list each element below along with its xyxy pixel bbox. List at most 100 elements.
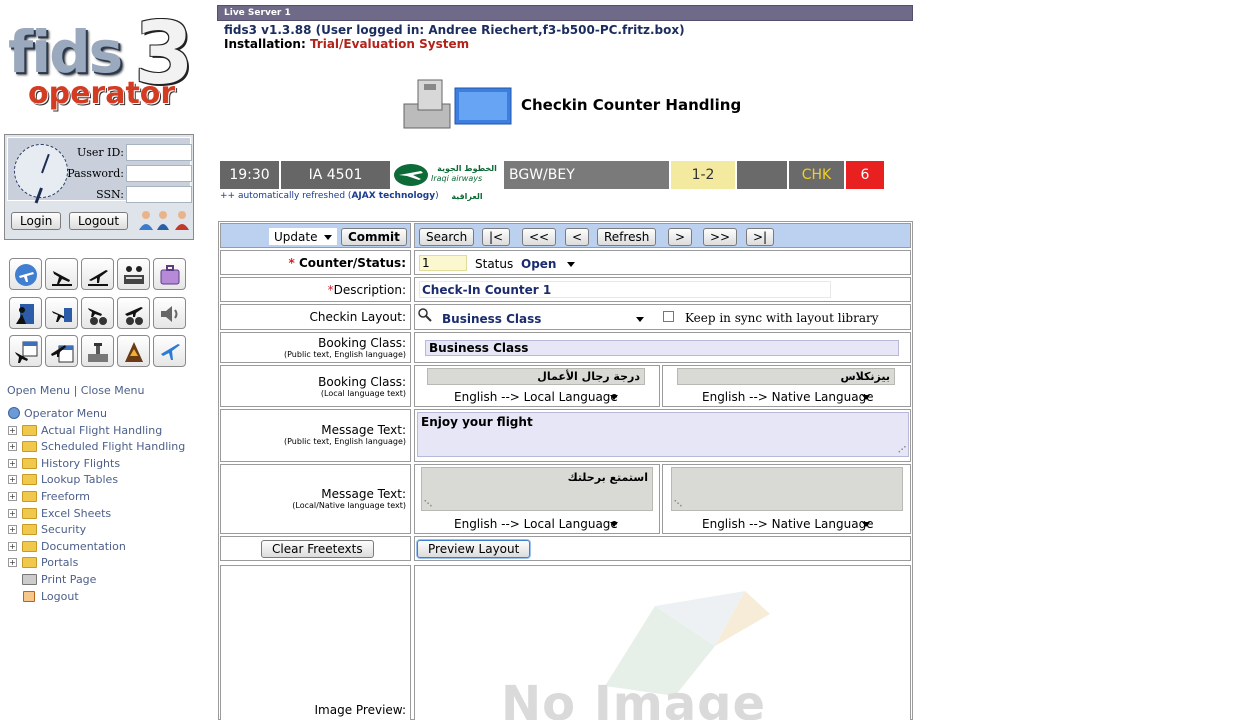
translate-native-message-select[interactable]: English --> Native Language xyxy=(697,515,875,532)
layout-select[interactable]: Business Class xyxy=(437,310,649,327)
clear-freetexts-button[interactable]: Clear Freetexts xyxy=(261,540,374,558)
airport-icon[interactable] xyxy=(81,335,114,367)
last-record-button[interactable]: >| xyxy=(746,228,775,246)
logout-button[interactable]: Logout xyxy=(69,212,129,230)
login-panel-top: User ID: Password: SSN: xyxy=(7,137,192,204)
mode-select[interactable]: Update xyxy=(269,228,337,245)
toolbar-row: Update Commit Search |< << < Refresh > >… xyxy=(219,222,912,249)
resize-grip-icon[interactable]: ⋰ xyxy=(898,445,906,454)
translate-local-message-select[interactable]: English --> Local Language xyxy=(449,515,623,532)
translate-local-message-value: English --> Local Language xyxy=(454,517,618,531)
sync-label: Keep in sync with layout library xyxy=(685,311,879,325)
booking-public-sub: (Public text, English language) xyxy=(283,350,406,359)
booking-public-row: Booking Class: (Public text, English lan… xyxy=(219,332,912,364)
expand-icon[interactable]: + xyxy=(8,525,17,535)
installation-label: Installation: xyxy=(224,37,306,51)
counter-number-input[interactable]: 1 xyxy=(419,255,467,271)
airplane-icon[interactable] xyxy=(9,258,42,290)
auto-refresh-tech: AJAX technology xyxy=(351,191,436,201)
folder-icon xyxy=(22,474,37,486)
message-native-cell: ⋰ English --> Native Language xyxy=(662,464,911,534)
booking-local-cell: درجة رجال الأعمال English --> Local Lang… xyxy=(414,365,660,407)
mode-cell: Update Commit xyxy=(220,223,411,248)
arrivals-icon[interactable] xyxy=(45,258,78,290)
first-record-button[interactable]: |< xyxy=(482,228,511,246)
userid-input[interactable] xyxy=(126,144,192,161)
version-line: fids3 v1.3.88 (User logged in: Andree Ri… xyxy=(224,23,685,37)
binoculars-arrival-icon[interactable] xyxy=(81,297,114,329)
checkin-form: Update Commit Search |< << < Refresh > >… xyxy=(218,221,913,720)
message-native-textarea[interactable]: ⋰ xyxy=(671,467,903,511)
message-public-textarea[interactable]: Enjoy your flight ⋰ xyxy=(417,412,909,457)
expand-icon[interactable]: + xyxy=(8,558,17,568)
search-icon[interactable] xyxy=(418,308,432,322)
auto-refresh-note: ++ automatically refreshed (AJAX technol… xyxy=(220,191,439,201)
menu-root-label: Operator Menu xyxy=(24,407,107,420)
expand-icon[interactable]: + xyxy=(8,442,17,452)
booking-native-input[interactable]: بيزنكلاس xyxy=(677,368,895,385)
binoculars-departure-icon[interactable] xyxy=(117,297,150,329)
expand-icon[interactable]: + xyxy=(8,541,17,551)
booking-local-input[interactable]: درجة رجال الأعمال xyxy=(427,368,645,385)
description-input[interactable]: Check-In Counter 1 xyxy=(419,281,831,298)
expand-icon[interactable]: + xyxy=(8,475,17,485)
user-admin-icon[interactable] xyxy=(173,209,191,231)
clock-icon xyxy=(14,144,68,204)
printer-icon xyxy=(22,573,37,585)
operator-menu-icon xyxy=(8,407,20,419)
baggage-icon[interactable] xyxy=(153,258,186,290)
expand-icon[interactable]: + xyxy=(8,508,17,518)
iraqi-airways-logo-icon xyxy=(394,164,428,186)
booking-local-label: Booking Class: xyxy=(318,375,406,389)
close-menu-link[interactable]: Close Menu xyxy=(81,384,145,397)
image-preview-label-cell: Image Preview: xyxy=(220,565,411,720)
ssn-input[interactable] xyxy=(126,186,192,203)
clear-cell: Clear Freetexts xyxy=(220,536,411,561)
password-input[interactable] xyxy=(126,165,192,182)
menu-toggle-links: Open Menu | Close Menu xyxy=(7,384,144,397)
translate-local-select[interactable]: English --> Local Language xyxy=(449,388,623,405)
translate-native-select[interactable]: English --> Native Language xyxy=(697,388,875,405)
expand-icon[interactable]: + xyxy=(8,491,17,501)
status-value: Open xyxy=(521,257,557,271)
prev-record-button[interactable]: < xyxy=(565,228,590,246)
checkin-counter-icon xyxy=(403,79,512,129)
preview-layout-button[interactable]: Preview Layout xyxy=(417,540,531,558)
resize-grip-icon[interactable]: ⋰ xyxy=(674,499,682,508)
translate-local-value: English --> Local Language xyxy=(454,390,618,404)
refresh-button[interactable]: Refresh xyxy=(597,228,657,246)
expand-icon[interactable]: + xyxy=(8,425,17,435)
checkin-desk-icon[interactable] xyxy=(117,258,150,290)
flight-time: 19:30 xyxy=(220,161,279,189)
departures-icon[interactable] xyxy=(81,258,114,290)
prev-page-button[interactable]: << xyxy=(522,228,557,246)
ssn-row: SSN: xyxy=(70,186,192,204)
commit-button[interactable]: Commit xyxy=(341,228,407,246)
sync-checkbox[interactable] xyxy=(663,311,674,322)
translate-native-value: English --> Native Language xyxy=(702,390,874,404)
login-button[interactable]: Login xyxy=(11,212,62,230)
installation-value: Trial/Evaluation System xyxy=(309,37,470,51)
resize-grip-icon[interactable]: ⋰ xyxy=(424,499,432,508)
expand-icon[interactable]: + xyxy=(8,458,17,468)
message-local-textarea[interactable]: استمتع برحلتك ⋰ xyxy=(421,467,653,511)
calendar-arrival-icon[interactable] xyxy=(9,335,42,367)
plane-blue-icon[interactable] xyxy=(153,335,186,367)
gate-icon[interactable] xyxy=(45,297,78,329)
calendar-departure-icon[interactable] xyxy=(45,335,78,367)
menu-item-label: History Flights xyxy=(41,456,121,470)
next-record-button[interactable]: > xyxy=(668,228,693,246)
open-menu-link[interactable]: Open Menu xyxy=(7,384,70,397)
passenger-door-icon[interactable] xyxy=(9,297,42,329)
speaker-icon[interactable] xyxy=(153,297,186,329)
status-select[interactable]: Open xyxy=(516,255,580,272)
message-local-sub: (Local/Native language text) xyxy=(292,501,406,510)
booking-public-input[interactable]: Business Class xyxy=(425,340,899,356)
user-icon[interactable] xyxy=(137,209,155,231)
search-button[interactable]: Search xyxy=(419,228,475,246)
next-page-button[interactable]: >> xyxy=(703,228,738,246)
menu-item-label: Security xyxy=(41,523,87,537)
menu-item-label: Freeform xyxy=(41,489,90,503)
folder-icon xyxy=(22,507,37,519)
airline-tail-icon[interactable] xyxy=(117,335,150,367)
